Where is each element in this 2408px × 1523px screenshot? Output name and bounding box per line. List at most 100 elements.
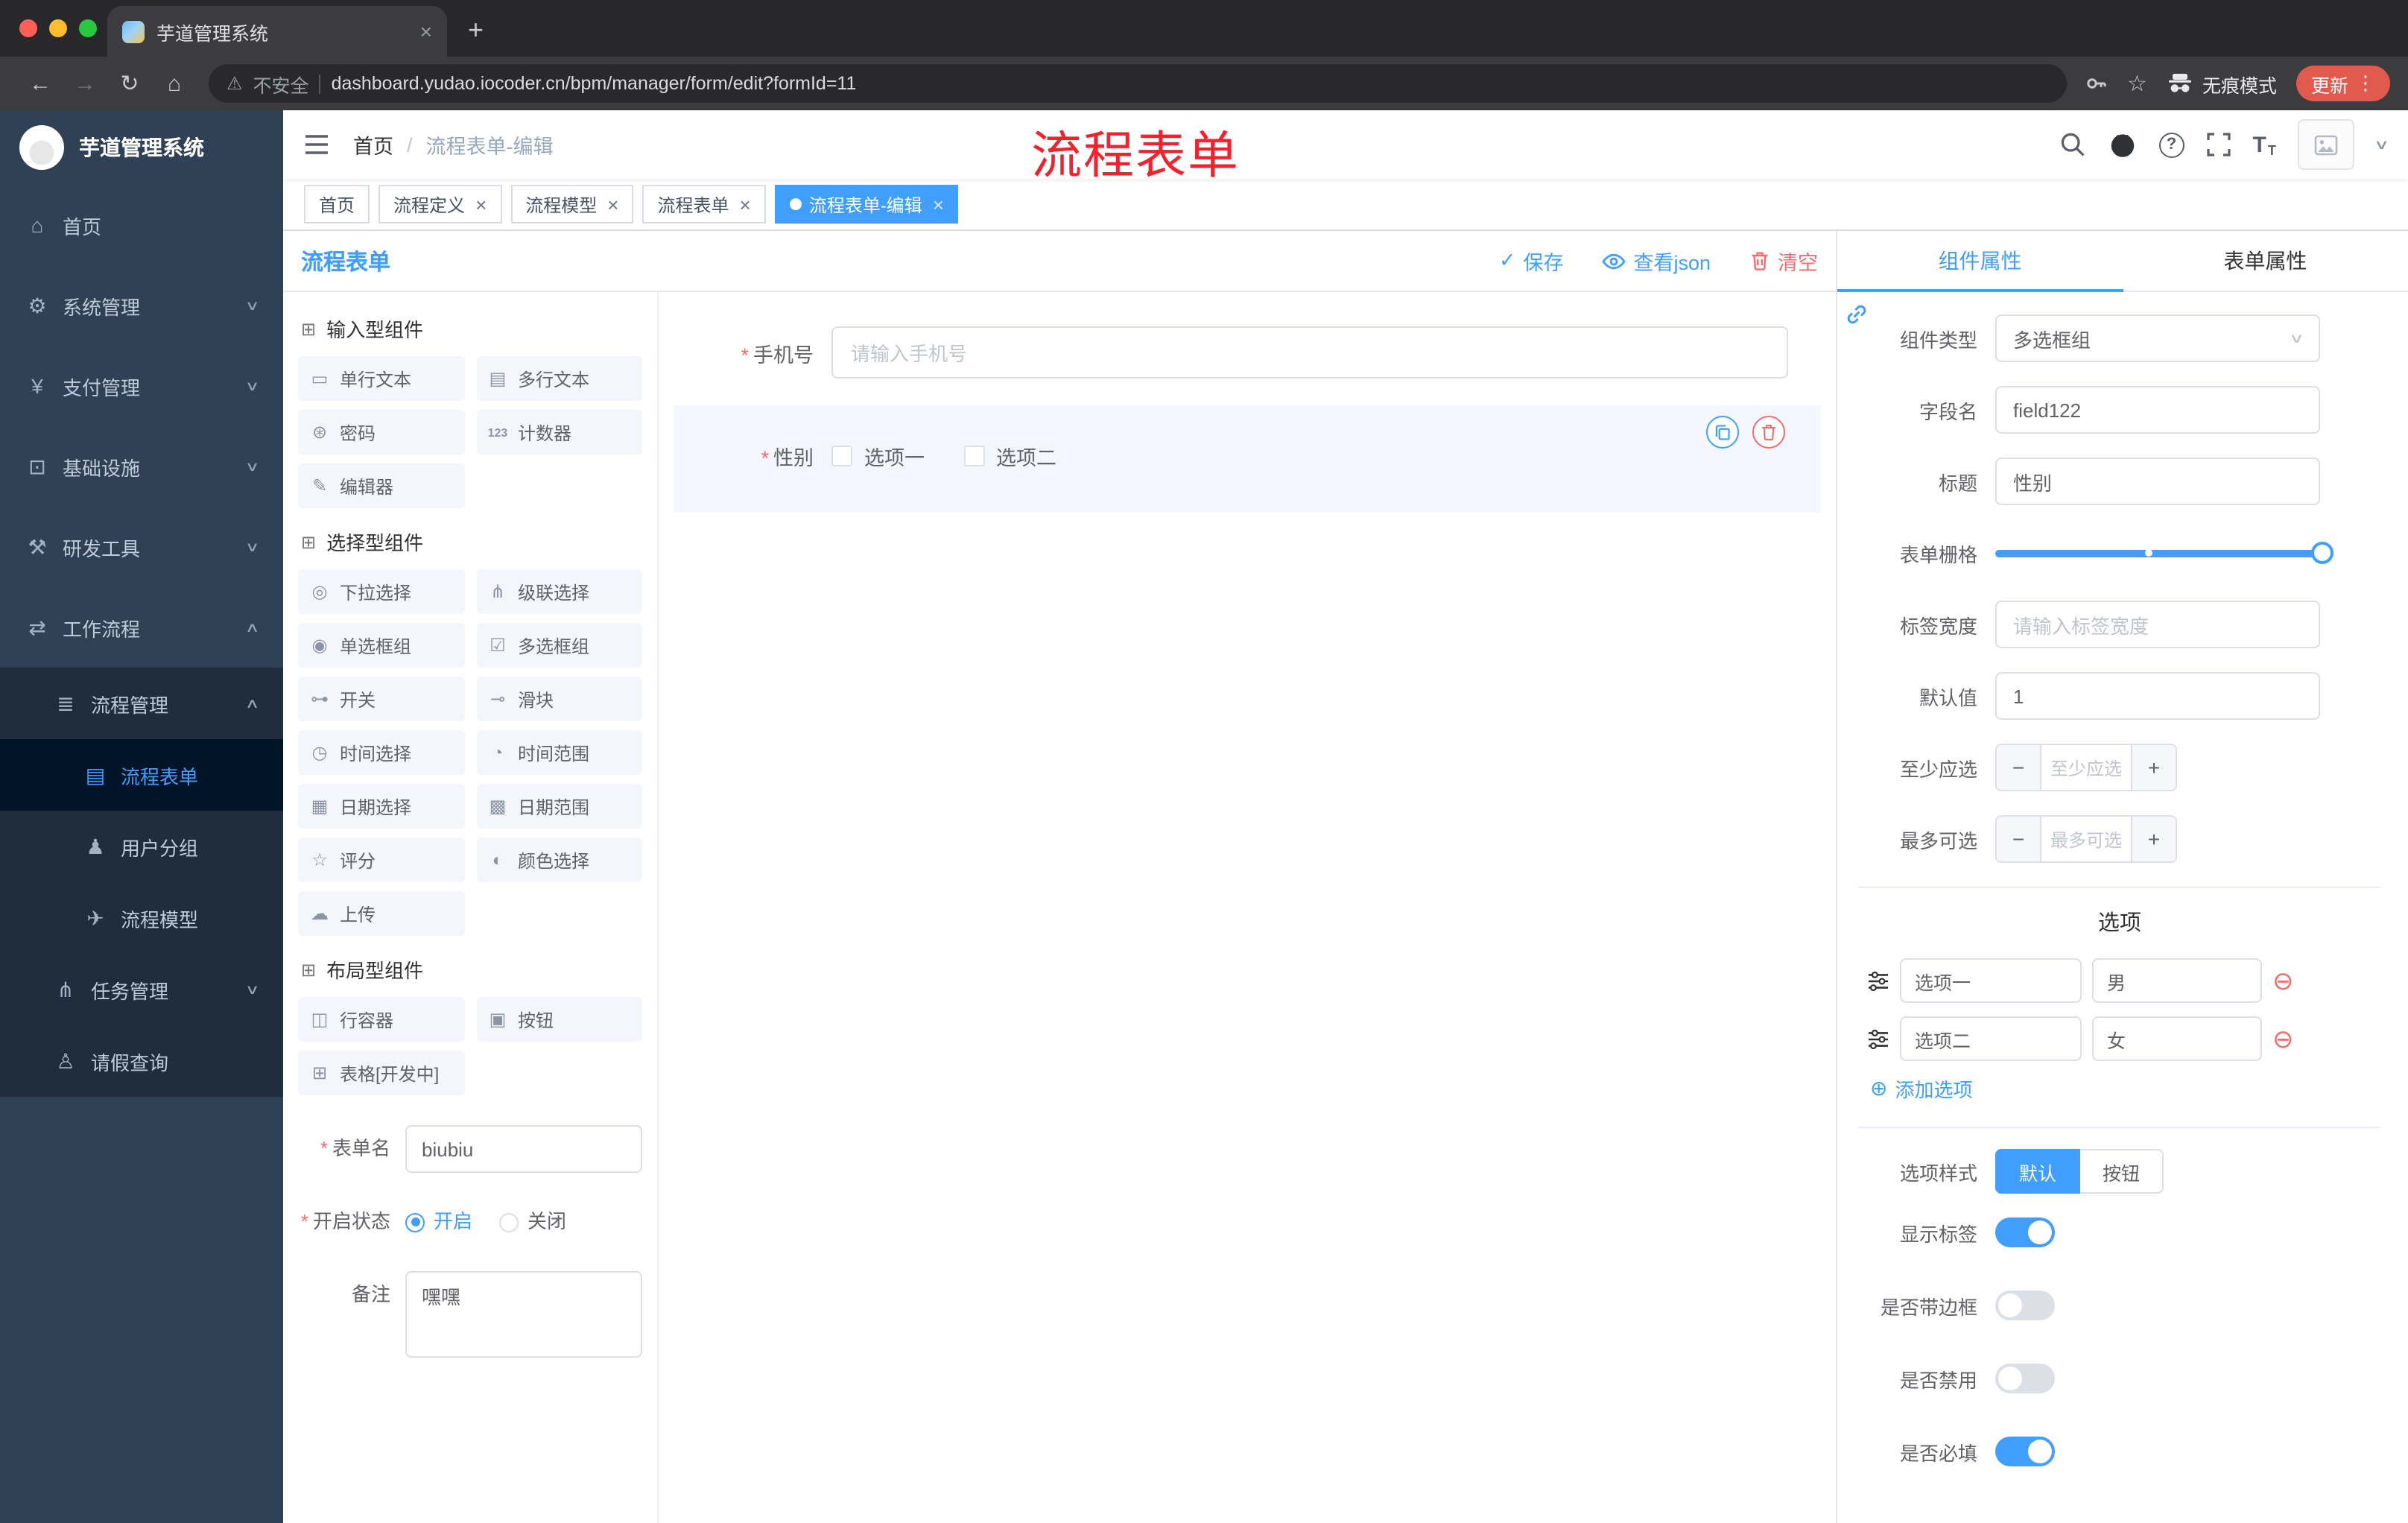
sidebar-item-devtools[interactable]: ⚒ 研发工具 ∨: [0, 507, 283, 587]
tag-process-form-edit[interactable]: 流程表单-编辑 ×: [774, 185, 959, 224]
breadcrumb-home[interactable]: 首页: [353, 130, 393, 159]
app-logo-row[interactable]: 芋道管理系统: [0, 110, 283, 185]
option-value-input[interactable]: 男: [2092, 958, 2262, 1003]
palette-item-editor[interactable]: ✎ 编辑器: [298, 463, 464, 508]
increase-button[interactable]: +: [2132, 817, 2176, 861]
browser-home-icon[interactable]: ⌂: [152, 71, 197, 96]
palette-item-time-range[interactable]: ◔ 时间范围: [476, 730, 642, 775]
field-name-input[interactable]: field122: [1995, 386, 2320, 434]
form-name-input[interactable]: biubiu: [405, 1125, 642, 1173]
help-icon[interactable]: ?: [2158, 132, 2184, 157]
grid-slider[interactable]: [1995, 529, 2333, 577]
sidebar-item-process-management[interactable]: ≣ 流程管理 ∧: [0, 668, 283, 739]
hamburger-icon[interactable]: [304, 134, 329, 155]
back-icon[interactable]: ←: [18, 71, 63, 96]
add-option-button[interactable]: ⊕ 添加选项: [1870, 1074, 2381, 1103]
tag-close-icon[interactable]: ×: [475, 193, 487, 215]
palette-item-rate[interactable]: ☆ 评分: [298, 838, 464, 882]
avatar-caret-icon[interactable]: ∨: [2374, 136, 2390, 153]
border-toggle[interactable]: [1995, 1291, 2055, 1320]
checkbox-option-2[interactable]: 选项二: [963, 441, 1056, 471]
update-browser-button[interactable]: 更新 ⋮: [2295, 66, 2390, 101]
title-input[interactable]: 性别: [1995, 457, 2320, 505]
delete-component-button[interactable]: [1752, 416, 1785, 449]
disabled-toggle[interactable]: [1995, 1364, 2055, 1393]
fullscreen-icon[interactable]: [2206, 133, 2231, 156]
palette-item-upload[interactable]: ☁ 上传: [298, 891, 464, 936]
palette-item-input[interactable]: ▭ 单行文本: [298, 356, 464, 401]
sidebar-item-infrastructure[interactable]: ⊡ 基础设施 ∨: [0, 426, 283, 507]
show-label-toggle[interactable]: [1995, 1218, 2055, 1247]
tab-component-props[interactable]: 组件属性: [1837, 231, 2123, 292]
palette-item-select[interactable]: ◎ 下拉选择: [298, 569, 464, 614]
form-canvas[interactable]: * 手机号 请输入手机号 * 性别 选项一 选项二: [659, 292, 1836, 1523]
palette-item-time-picker[interactable]: ◷ 时间选择: [298, 730, 464, 775]
sidebar-item-task-management[interactable]: ⋔ 任务管理 ∨: [0, 954, 283, 1025]
window-close-button[interactable]: [19, 19, 37, 37]
avatar[interactable]: [2298, 119, 2355, 170]
view-json-button[interactable]: 查看json: [1602, 246, 1711, 276]
slider-handle[interactable]: [2311, 542, 2333, 564]
palette-item-cascader[interactable]: ⋔ 级联选择: [476, 569, 642, 614]
required-toggle[interactable]: [1995, 1437, 2055, 1466]
tag-process-form[interactable]: 流程表单 ×: [642, 185, 766, 224]
increase-button[interactable]: +: [2132, 745, 2176, 790]
palette-item-row-container[interactable]: ◫ 行容器: [298, 997, 464, 1042]
github-icon[interactable]: [2108, 131, 2136, 158]
checkbox-option-1[interactable]: 选项一: [831, 441, 925, 471]
remove-option-icon[interactable]: ⊖: [2272, 1026, 2294, 1051]
sidebar-item-home[interactable]: ⌂ 首页: [0, 185, 283, 265]
palette-item-textarea[interactable]: ▤ 多行文本: [476, 356, 642, 401]
min-select-stepper[interactable]: − 至少应选 +: [1995, 744, 2177, 791]
search-icon[interactable]: [2059, 131, 2085, 158]
component-type-select[interactable]: 多选框组 ∨: [1995, 314, 2320, 362]
tag-close-icon[interactable]: ×: [933, 193, 944, 215]
sidebar-item-leave-query[interactable]: ♙ 请假查询: [0, 1025, 283, 1097]
reload-icon[interactable]: ↻: [107, 70, 152, 97]
palette-item-counter[interactable]: 123 计数器: [476, 410, 642, 455]
sidebar-item-payment[interactable]: ¥ 支付管理 ∨: [0, 346, 283, 426]
option-style-default-button[interactable]: 默认: [1995, 1149, 2081, 1194]
drag-handle-icon[interactable]: [1867, 971, 1889, 990]
palette-item-table[interactable]: ⊞ 表格[开发中]: [298, 1051, 464, 1095]
tag-process-definition[interactable]: 流程定义 ×: [378, 185, 502, 224]
tab-form-props[interactable]: 表单属性: [2123, 231, 2408, 291]
palette-item-password[interactable]: ⊛ 密码: [298, 410, 464, 455]
default-value-input[interactable]: 1: [1995, 672, 2320, 720]
browser-menu-icon[interactable]: ⋮: [2356, 72, 2375, 95]
sidebar-item-process-form[interactable]: ▤ 流程表单: [0, 739, 283, 811]
browser-tab[interactable]: 芋道管理系统 ×: [107, 6, 447, 57]
window-zoom-button[interactable]: [79, 19, 97, 37]
tag-process-model[interactable]: 流程模型 ×: [510, 185, 634, 224]
address-bar[interactable]: ⚠ 不安全 dashboard.yudao.iocoder.cn/bpm/man…: [209, 64, 2067, 103]
palette-item-button[interactable]: ▣ 按钮: [476, 997, 642, 1042]
forward-icon[interactable]: →: [63, 71, 107, 96]
tag-close-icon[interactable]: ×: [607, 193, 618, 215]
label-width-input[interactable]: 请输入标签宽度: [1995, 601, 2320, 648]
palette-item-checkbox-group[interactable]: ☑ 多选框组: [476, 623, 642, 668]
remove-option-icon[interactable]: ⊖: [2272, 968, 2294, 993]
palette-item-radio-group[interactable]: ◉ 单选框组: [298, 623, 464, 668]
remark-textarea[interactable]: 嘿嘿: [405, 1271, 642, 1358]
option-label-input[interactable]: 选项一: [1900, 958, 2082, 1003]
sidebar-item-workflow[interactable]: ⇄ 工作流程 ∧: [0, 587, 283, 668]
palette-item-slider[interactable]: ⊸ 滑块: [476, 677, 642, 721]
tag-home[interactable]: 首页: [304, 185, 370, 224]
decrease-button[interactable]: −: [1997, 745, 2040, 790]
option-style-button-button[interactable]: 按钮: [2080, 1149, 2164, 1194]
save-button[interactable]: ✓ 保存: [1499, 246, 1564, 276]
palette-item-switch[interactable]: ⊶ 开关: [298, 677, 464, 721]
palette-item-date-picker[interactable]: ▦ 日期选择: [298, 784, 464, 829]
option-value-input[interactable]: 女: [2092, 1016, 2262, 1061]
sidebar-item-system[interactable]: ⚙ 系统管理 ∨: [0, 265, 283, 346]
new-tab-button[interactable]: +: [468, 15, 484, 46]
window-minimize-button[interactable]: [49, 19, 67, 37]
status-on-radio[interactable]: 开启: [405, 1198, 472, 1246]
drag-handle-icon[interactable]: [1867, 1029, 1889, 1048]
status-off-radio[interactable]: 关闭: [499, 1198, 566, 1246]
bookmark-star-icon[interactable]: ☆: [2127, 70, 2147, 97]
phone-field[interactable]: * 手机号 请输入手机号: [674, 311, 1821, 393]
slider-track[interactable]: [1995, 549, 2329, 557]
sidebar-item-user-group[interactable]: ♟ 用户分组: [0, 811, 283, 882]
palette-item-color-picker[interactable]: ◐ 颜色选择: [476, 838, 642, 882]
